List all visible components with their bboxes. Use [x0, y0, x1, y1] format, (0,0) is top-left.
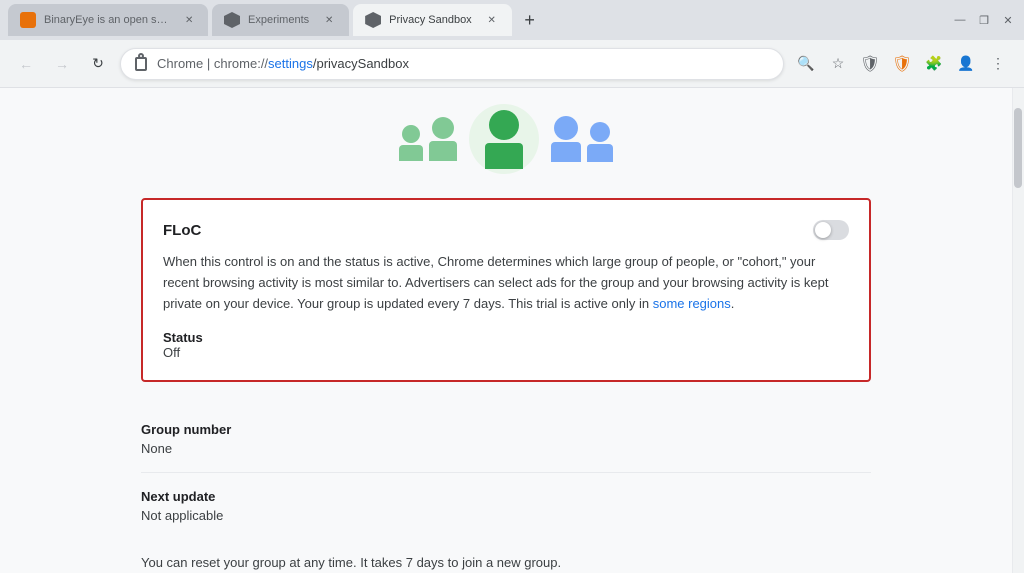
- address-subpath: /privacySandbox: [313, 56, 409, 71]
- refresh-button[interactable]: ↻: [84, 50, 112, 78]
- floc-description: When this control is on and the status i…: [163, 252, 849, 314]
- avatar-md-green: [429, 117, 457, 161]
- forward-button[interactable]: →: [48, 50, 76, 78]
- navigation-bar: ← → ↻ Chrome | chrome://settings/privacy…: [0, 40, 1024, 88]
- avatar-group-left: [399, 117, 457, 161]
- extensions-icon[interactable]: 🧩: [920, 50, 948, 78]
- shield-icon[interactable]: 🛡: [856, 50, 884, 78]
- avatar-group-right: [551, 116, 613, 162]
- browser-window: BinaryEye is an open source a ✕ Experime…: [0, 0, 1024, 573]
- avatar-center-green: [485, 110, 523, 169]
- content-wrapper: FLoC When this control is on and the sta…: [121, 88, 891, 573]
- scrollbar-thumb[interactable]: [1014, 108, 1022, 188]
- group-number-label: Group number: [141, 422, 871, 437]
- tab-label-experiments: Experiments: [248, 14, 309, 26]
- status-label: Status: [163, 330, 849, 345]
- tab-close-binaryeye[interactable]: ✕: [182, 12, 196, 28]
- some-regions-link[interactable]: some regions: [653, 296, 731, 311]
- status-row: Status Off: [163, 330, 849, 360]
- group-number-section: Group number None: [141, 406, 871, 473]
- toggle-knob: [815, 222, 831, 238]
- next-update-label: Next update: [141, 489, 871, 504]
- avatar-right-blue: [551, 116, 581, 162]
- tab-privacy-sandbox[interactable]: Privacy Sandbox ✕: [353, 4, 512, 36]
- next-update-section: Next update Not applicable: [141, 473, 871, 539]
- floc-title: FLoC: [163, 222, 201, 239]
- maximize-button[interactable]: ❐: [976, 12, 992, 28]
- tab-icon-binaryeye: [20, 12, 36, 28]
- tab-icon-experiments: [224, 12, 240, 28]
- page-main: FLoC When this control is on and the sta…: [0, 88, 1012, 573]
- floc-header: FLoC: [163, 220, 849, 240]
- avatar-sm-green: [399, 125, 423, 161]
- tab-close-privacy-sandbox[interactable]: ✕: [484, 12, 500, 28]
- tab-label-privacy-sandbox: Privacy Sandbox: [389, 14, 472, 26]
- tab-icon-privacy-sandbox: [365, 12, 381, 28]
- title-bar: BinaryEye is an open source a ✕ Experime…: [0, 0, 1024, 40]
- status-value: Off: [163, 345, 849, 360]
- tab-experiments[interactable]: Experiments ✕: [212, 4, 349, 36]
- bookmark-icon[interactable]: ☆: [824, 50, 852, 78]
- menu-icon[interactable]: ⋮: [984, 50, 1012, 78]
- address-scheme: chrome://: [214, 56, 268, 71]
- address-settings: settings: [268, 56, 313, 71]
- reset-note: You can reset your group at any time. It…: [141, 539, 871, 573]
- back-button[interactable]: ←: [12, 50, 40, 78]
- tab-label-binaryeye: BinaryEye is an open source a: [44, 14, 170, 26]
- floc-card: FLoC When this control is on and the sta…: [141, 198, 871, 382]
- floc-toggle[interactable]: [813, 220, 849, 240]
- address-text: Chrome | chrome://settings/privacySandbo…: [157, 56, 771, 71]
- scrollbar[interactable]: [1012, 88, 1024, 573]
- minimize-button[interactable]: —: [952, 12, 968, 28]
- next-update-value: Not applicable: [141, 508, 871, 523]
- tab-binaryeye[interactable]: BinaryEye is an open source a ✕: [8, 4, 208, 36]
- center-avatar-container: [469, 104, 539, 174]
- search-icon[interactable]: 🔍: [792, 50, 820, 78]
- avatar-illustration: [141, 88, 871, 198]
- address-lock-icon: [133, 56, 149, 72]
- avatar-right-blue-lg: [587, 122, 613, 162]
- address-separator: |: [203, 56, 214, 71]
- tab-close-experiments[interactable]: ✕: [321, 12, 337, 28]
- window-controls: — ❐ ✕: [952, 12, 1016, 28]
- nav-icons: 🔍 ☆ 🛡 🛡 🧩 👤 ⋮: [792, 50, 1012, 78]
- profile-icon[interactable]: 👤: [952, 50, 980, 78]
- group-number-value: None: [141, 441, 871, 456]
- security-shield-icon[interactable]: 🛡: [888, 50, 916, 78]
- close-button[interactable]: ✕: [1000, 12, 1016, 28]
- center-avatar-highlight: [469, 104, 539, 174]
- page-content: FLoC When this control is on and the sta…: [0, 88, 1024, 573]
- address-chrome: Chrome: [157, 56, 203, 71]
- new-tab-button[interactable]: +: [516, 6, 544, 34]
- address-bar[interactable]: Chrome | chrome://settings/privacySandbo…: [120, 48, 784, 80]
